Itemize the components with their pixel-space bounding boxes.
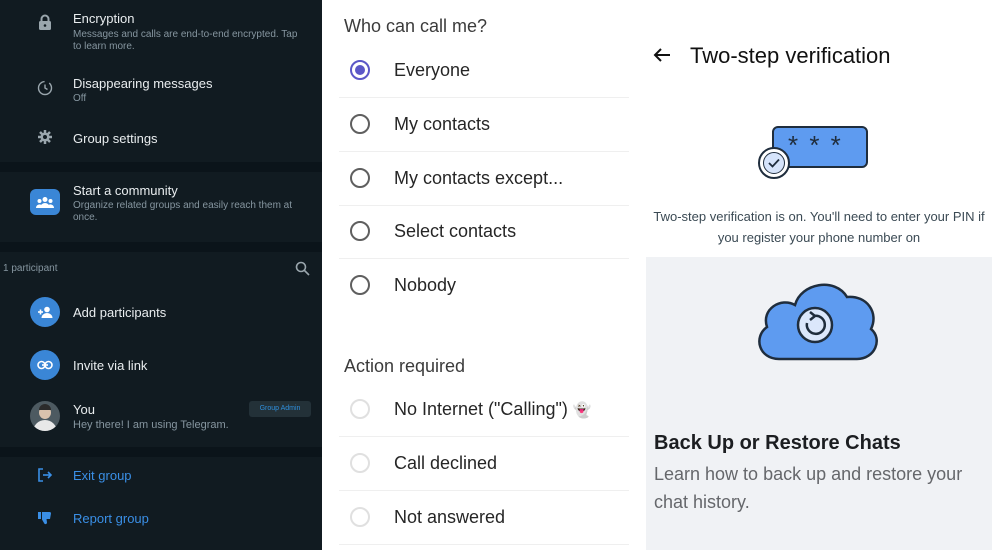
radio-button[interactable]	[350, 168, 370, 188]
action-not-answered[interactable]: Not answered	[339, 491, 629, 545]
action-label-text: No Internet ("Calling")	[394, 399, 568, 419]
option-label: My contacts	[394, 114, 491, 134]
radio-button[interactable]	[350, 399, 370, 419]
section-divider	[0, 242, 322, 252]
participant-name: You	[73, 402, 95, 417]
page-title: Two-step verification	[690, 43, 891, 68]
participants-count: 1 participant	[3, 263, 58, 274]
option-my-contacts[interactable]: My contacts	[339, 98, 629, 152]
check-badge-icon	[758, 147, 790, 179]
disappearing-subtitle: Off	[73, 93, 87, 104]
encryption-title: Encryption	[73, 11, 135, 26]
group-admin-badge: Group Admin	[249, 401, 311, 417]
add-person-icon	[29, 296, 61, 328]
option-label: Nobody	[394, 275, 457, 295]
group-settings-title: Group settings	[73, 131, 158, 146]
ghost-emoji-icon: 👻	[572, 402, 592, 419]
action-label: Call declined	[394, 453, 498, 473]
action-required-heading: Action required	[344, 356, 466, 376]
arrow-left-icon[interactable]	[652, 45, 672, 70]
exit-group-label: Exit group	[73, 468, 132, 483]
group-info-panel: Encryption Messages and calls are end-to…	[0, 0, 322, 550]
backup-description: Learn how to back up and restore your ch…	[654, 464, 963, 512]
participant-status: Hey there! I am using Telegram.	[73, 419, 229, 431]
two-step-panel: Two-step verification * * * Two-step ver…	[646, 0, 1000, 550]
radio-button[interactable]	[350, 453, 370, 473]
pin-asterisks: * * *	[788, 130, 843, 160]
community-title: Start a community	[73, 183, 178, 198]
encryption-row[interactable]: Encryption Messages and calls are end-to…	[0, 0, 322, 68]
timer-icon	[29, 72, 61, 104]
disappearing-messages-row[interactable]: Disappearing messages Off	[0, 68, 322, 116]
invite-link-row[interactable]: Invite via link	[0, 343, 322, 387]
group-settings-row[interactable]: Group settings	[0, 116, 322, 160]
lock-icon	[29, 6, 61, 38]
backup-title: Back Up or Restore Chats	[654, 432, 901, 454]
disappearing-title: Disappearing messages	[73, 76, 213, 91]
action-label: Not answered	[394, 507, 506, 527]
avatar	[29, 400, 61, 432]
search-icon[interactable]	[295, 261, 310, 281]
option-my-contacts-except[interactable]: My contacts except...	[339, 152, 629, 206]
verification-description: Two-step verification is on. You'll need…	[653, 209, 985, 245]
thumbs-down-icon	[29, 502, 61, 534]
add-participants-row[interactable]: Add participants	[0, 290, 322, 334]
pin-illustration: * * *	[758, 120, 878, 190]
add-participants-label: Add participants	[73, 305, 167, 320]
section-divider	[0, 447, 322, 457]
option-label: My contacts except...	[394, 168, 564, 188]
option-label: Select contacts	[394, 221, 517, 241]
radio-button[interactable]	[350, 221, 370, 241]
report-group-label: Report group	[73, 511, 149, 526]
exit-icon	[29, 459, 61, 491]
who-can-call-heading: Who can call me?	[344, 16, 488, 36]
gear-icon	[29, 121, 61, 153]
radio-button[interactable]	[350, 275, 370, 295]
call-privacy-panel: Who can call me? Everyone My contacts My…	[322, 0, 646, 550]
invite-link-label: Invite via link	[73, 358, 148, 373]
link-icon	[29, 349, 61, 381]
start-community-row[interactable]: Start a community Organize related group…	[0, 172, 322, 240]
community-subtitle: Organize related groups and easily reach…	[73, 200, 293, 223]
participants-header: 1 participant	[0, 256, 322, 286]
section-divider	[0, 162, 322, 172]
community-icon	[29, 186, 61, 218]
action-no-internet[interactable]: No Internet ("Calling") 👻	[339, 383, 629, 437]
option-label: Everyone	[394, 60, 471, 80]
radio-button[interactable]	[350, 507, 370, 527]
encryption-subtitle: Messages and calls are end-to-end encryp…	[73, 29, 298, 52]
radio-button[interactable]	[350, 60, 370, 80]
radio-button[interactable]	[350, 114, 370, 134]
action-call-declined[interactable]: Call declined	[339, 437, 629, 491]
option-select-contacts[interactable]: Select contacts	[339, 205, 629, 259]
report-group-row[interactable]: Report group	[0, 500, 322, 540]
action-label: No Internet ("Calling") 👻	[394, 399, 592, 420]
option-everyone[interactable]: Everyone	[339, 44, 629, 98]
exit-group-row[interactable]: Exit group	[0, 457, 322, 497]
cloud-restore-icon	[751, 273, 881, 368]
option-nobody[interactable]: Nobody	[339, 259, 629, 312]
